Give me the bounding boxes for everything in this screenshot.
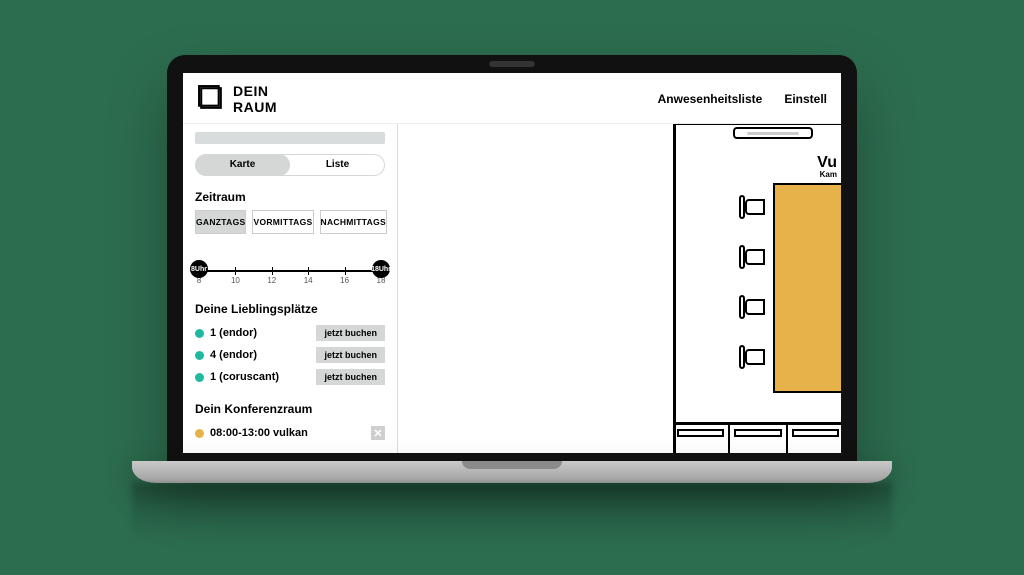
conference-table-icon [773, 183, 841, 393]
room-label: Vu Kam [817, 155, 837, 179]
period-morning[interactable]: VORMITTAGS [252, 210, 313, 234]
slider-end-knob[interactable]: 18Uhr [372, 260, 390, 278]
chair-icon[interactable] [739, 345, 765, 369]
plan-bottom-strip [673, 422, 841, 453]
room-title: Vu [817, 155, 837, 171]
time-slider[interactable]: 8 10 12 14 16 18 8Uhr 18Uhr [199, 248, 381, 288]
book-button[interactable]: jetzt buchen [316, 369, 385, 385]
status-dot-icon [195, 429, 204, 438]
slider-start-knob[interactable]: 8Uhr [190, 260, 208, 278]
list-item: 1 (coruscant) jetzt buchen [195, 366, 385, 388]
list-item: 4 (endor) jetzt buchen [195, 344, 385, 366]
logo: DEIN RAUM [197, 83, 277, 115]
status-dot-icon [195, 373, 204, 382]
chair-icon[interactable] [739, 195, 765, 219]
logo-text-2: RAUM [233, 99, 277, 115]
chair-icon[interactable] [739, 295, 765, 319]
slider-tick-16: 16 [340, 276, 349, 285]
nav-attendance[interactable]: Anwesenheitsliste [658, 92, 763, 106]
list-item: 1 (endor) jetzt buchen [195, 322, 385, 344]
conference-item: 08:00-13:00 vulkan [210, 427, 308, 439]
book-button[interactable]: jetzt buchen [316, 325, 385, 341]
conference-heading: Dein Konferenzraum [195, 402, 385, 416]
slider-tick-14: 14 [304, 276, 313, 285]
toggle-karte[interactable]: Karte [195, 154, 290, 176]
conference-row: 08:00-13:00 vulkan ✕ [195, 422, 385, 440]
app-window: DEIN RAUM Anwesenheitsliste Einstell Kar… [183, 73, 841, 453]
status-dot-icon [195, 329, 204, 338]
logo-text-1: DEIN [233, 83, 277, 99]
floorplan-room: Vu Kam [673, 124, 841, 453]
book-button[interactable]: jetzt buchen [316, 347, 385, 363]
slider-tick-10: 10 [231, 276, 240, 285]
close-icon[interactable]: ✕ [371, 426, 385, 440]
skeleton-bar [195, 132, 385, 144]
floorplan-area[interactable]: Vu Kam [398, 124, 841, 453]
favorite-name: 1 (coruscant) [210, 371, 279, 383]
header: DEIN RAUM Anwesenheitsliste Einstell [183, 73, 841, 124]
header-nav: Anwesenheitsliste Einstell [658, 92, 827, 106]
view-toggle: Karte Liste [195, 154, 385, 176]
room-sub: Kam [817, 171, 837, 179]
nav-settings[interactable]: Einstell [784, 92, 827, 106]
period-heading: Zeitraum [195, 190, 385, 204]
status-dot-icon [195, 351, 204, 360]
sidebar: Karte Liste Zeitraum GANZTAGS VORMITTAGS… [183, 124, 398, 453]
period-afternoon[interactable]: NACHMITTAGS [320, 210, 387, 234]
favorites-heading: Deine Lieblingsplätze [195, 302, 385, 316]
period-allday[interactable]: GANZTAGS [195, 210, 246, 234]
favorite-name: 4 (endor) [210, 349, 257, 361]
favorites-list: 1 (endor) jetzt buchen 4 (endor) jetzt b… [195, 322, 385, 388]
toggle-liste[interactable]: Liste [290, 154, 385, 176]
ceiling-lamp-icon [733, 127, 813, 139]
period-buttons: GANZTAGS VORMITTAGS NACHMITTAGS [195, 210, 385, 234]
chair-icon[interactable] [739, 245, 765, 269]
slider-tick-12: 12 [267, 276, 276, 285]
logo-icon [197, 84, 225, 115]
favorite-name: 1 (endor) [210, 327, 257, 339]
